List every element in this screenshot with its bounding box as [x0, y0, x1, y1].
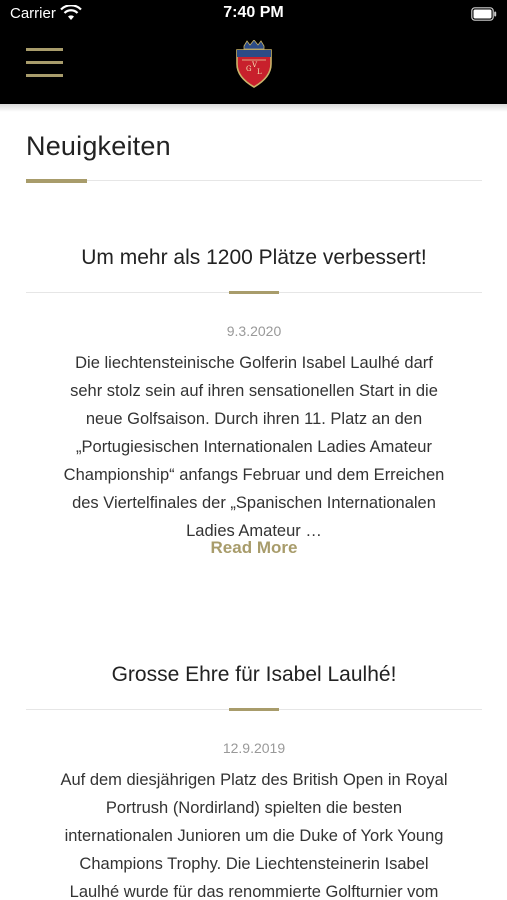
excerpt-line: „Portugiesischen Internationalen Ladies … — [76, 438, 432, 456]
article-date: 12.9.2019 — [222, 740, 286, 756]
article-accent-bar — [229, 708, 279, 711]
excerpt-line: Die liechtensteinische Golferin Isabel L… — [75, 354, 433, 372]
app-screen: Carrier 7:40 PM G V L Neuigkeiten Um meh… — [0, 0, 507, 900]
excerpt-line: Auf dem diesjährigen Platz des British O… — [60, 771, 448, 789]
article-excerpt: Auf dem diesjährigen Platz des British O… — [26, 766, 482, 900]
article-title[interactable]: Um mehr als 1200 Plätze verbessert! — [26, 246, 482, 270]
title-accent-bar — [26, 179, 87, 183]
excerpt-line: internationalen Junioren um die Duke of … — [64, 827, 444, 845]
excerpt-line: Portrush (Nordirland) spielten die beste… — [105, 799, 403, 817]
article-accent-bar — [229, 291, 279, 294]
title-divider — [26, 180, 482, 181]
clock-label: 7:40 PM — [223, 4, 284, 21]
header-shadow — [0, 104, 507, 112]
header-bar: Carrier 7:40 PM G V L — [0, 0, 507, 104]
article-title[interactable]: Grosse Ehre für Isabel Laulhé! — [26, 663, 482, 687]
excerpt-line: des Viertelfinales der „Spanischen Inter… — [72, 494, 436, 512]
article-date: 9.3.2020 — [226, 323, 282, 339]
excerpt-line: neue Golfsaison. Durch ihren 11. Platz a… — [85, 410, 423, 428]
club-crest-logo[interactable]: G V L — [233, 40, 275, 88]
status-bar: Carrier 7:40 PM — [0, 0, 507, 30]
article-excerpt: Die liechtensteinische Golferin Isabel L… — [26, 349, 482, 545]
excerpt-line: sehr stolz sein auf ihren sensationellen… — [70, 382, 438, 400]
news-content[interactable]: Neuigkeiten Um mehr als 1200 Plätze verb… — [0, 112, 507, 900]
article-card: Grosse Ehre für Isabel Laulhé! 12.9.2019… — [26, 663, 482, 900]
hamburger-menu-icon[interactable] — [26, 47, 63, 79]
battery-icon — [471, 7, 497, 21]
excerpt-line: Champions Trophy. Die Liechtensteinerin … — [79, 855, 429, 873]
excerpt-line: Laulhé wurde für das renommierte Golftur… — [69, 883, 439, 900]
excerpt-line: Championship“ anfangs Februar und dem Er… — [63, 466, 445, 484]
page-title: Neuigkeiten — [26, 131, 171, 161]
read-more-link[interactable]: Read More — [26, 538, 482, 558]
logo-letter-l: L — [257, 68, 262, 76]
article-card: Um mehr als 1200 Plätze verbessert! 9.3.… — [26, 246, 482, 576]
